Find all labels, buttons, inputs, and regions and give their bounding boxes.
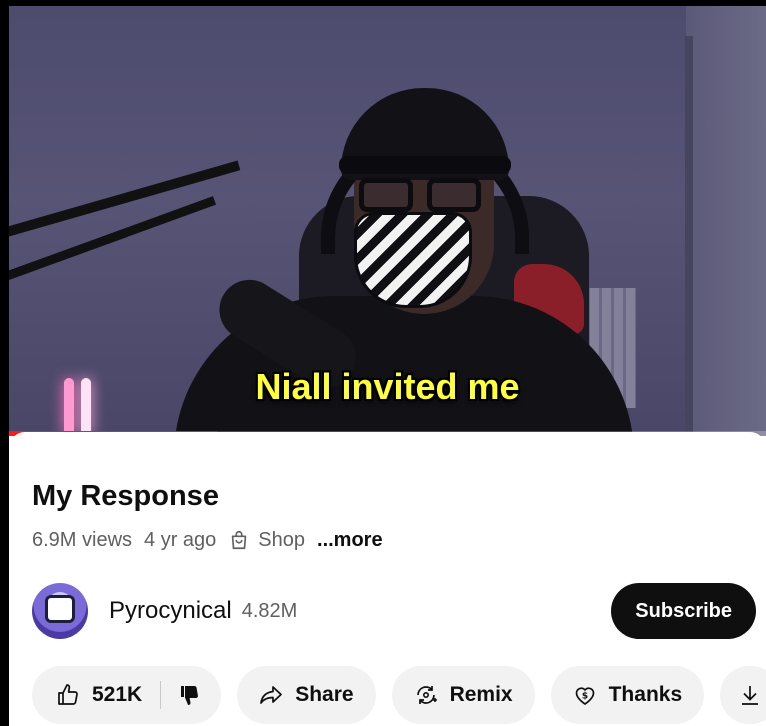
video-face-mask bbox=[354, 212, 472, 308]
thumbs-up-icon[interactable] bbox=[56, 683, 80, 707]
channel-row: Pyrocynical 4.82M Subscribe bbox=[32, 582, 756, 640]
like-dislike-group: 521K bbox=[32, 666, 222, 724]
download-icon bbox=[742, 686, 759, 705]
channel-name[interactable]: Pyrocynical bbox=[109, 597, 232, 625]
video-title: My Response bbox=[32, 480, 219, 512]
video-glasses bbox=[359, 178, 484, 216]
like-count[interactable]: 521K bbox=[92, 683, 142, 707]
thanks-button[interactable]: $ Thanks bbox=[550, 666, 705, 724]
video-glasses-lens-right bbox=[427, 178, 481, 212]
video-player[interactable]: Niall invited me bbox=[9, 6, 766, 436]
share-label: Share bbox=[295, 683, 354, 706]
share-icon bbox=[260, 686, 283, 704]
video-cap-brim bbox=[339, 156, 511, 174]
share-button[interactable]: Share bbox=[237, 666, 376, 724]
video-metadata[interactable]: 6.9M views 4 yr ago Shop ...more bbox=[32, 528, 395, 552]
channel-avatar[interactable] bbox=[32, 583, 88, 639]
more-link[interactable]: ...more bbox=[317, 529, 383, 552]
shopping-bag-icon bbox=[232, 530, 247, 550]
remix-label: Remix bbox=[449, 683, 513, 706]
thanks-label: Thanks bbox=[608, 683, 683, 706]
remix-icon bbox=[416, 686, 437, 704]
avatar-face bbox=[45, 595, 75, 623]
subscriber-count: 4.82M bbox=[241, 599, 298, 622]
video-info-panel: My Response 6.9M views 4 yr ago Shop ...… bbox=[9, 432, 766, 726]
upload-age: 4 yr ago bbox=[144, 528, 217, 551]
remix-button[interactable]: Remix bbox=[391, 666, 535, 724]
download-button[interactable] bbox=[720, 666, 766, 724]
app-frame: Niall invited me My Response 6.9M views … bbox=[9, 6, 766, 726]
svg-text:$: $ bbox=[581, 692, 587, 702]
shop-link[interactable]: Shop bbox=[258, 529, 305, 552]
video-glasses-lens-left bbox=[359, 178, 413, 212]
video-mic-arm-lower bbox=[9, 196, 217, 287]
view-count: 6.9M views bbox=[32, 528, 133, 551]
video-caption: Niall invited me bbox=[255, 366, 520, 407]
like-divider bbox=[160, 681, 162, 709]
action-bar: 521K Share Remix $ Thanks bbox=[32, 666, 766, 724]
thanks-icon: $ bbox=[575, 687, 594, 705]
subscribe-button[interactable]: Subscribe bbox=[611, 583, 756, 639]
thumbs-down-icon[interactable] bbox=[177, 683, 201, 707]
